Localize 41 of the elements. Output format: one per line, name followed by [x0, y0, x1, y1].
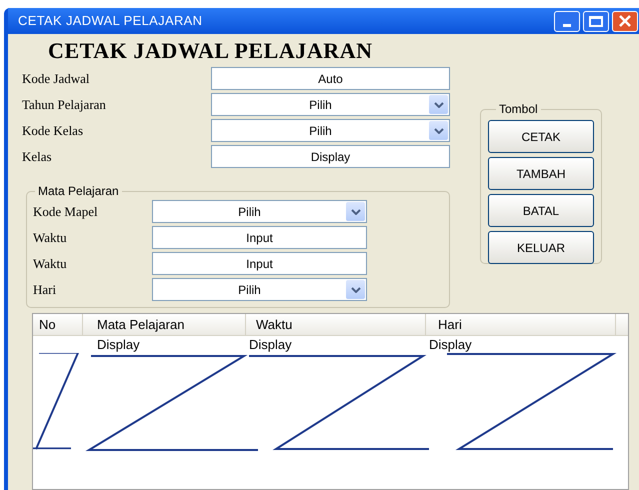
form-heading: CETAK JADWAL PELAJARAN — [47, 37, 374, 65]
action-button[interactable]: TAMBAH — [488, 157, 594, 190]
window-title: CETAK JADWAL PELAJARAN — [18, 12, 202, 30]
dropdown[interactable]: Pilih — [152, 200, 367, 223]
field-label: Hari — [33, 280, 58, 299]
input-field[interactable]: Display — [211, 145, 450, 168]
field-label: Tahun Pelajaran — [22, 96, 107, 114]
column-header[interactable]: Hari — [426, 314, 616, 335]
chevron-down-icon — [346, 202, 365, 221]
close-icon — [619, 15, 631, 27]
maximize-icon — [589, 16, 603, 26]
group-title: Tombol — [498, 101, 539, 118]
column-header[interactable]: Mata Pelajaran — [83, 314, 246, 335]
column-header[interactable]: No — [33, 314, 83, 335]
minimize-icon — [563, 24, 571, 26]
input-field[interactable]: Auto — [211, 67, 450, 90]
input-field[interactable]: Input — [152, 226, 367, 249]
minimize-button[interactable] — [554, 10, 580, 32]
field-label: Kode Mapel — [33, 202, 99, 221]
action-button[interactable]: BATAL — [488, 194, 594, 227]
field-label: Waktu — [33, 228, 68, 247]
field-label: Waktu — [33, 254, 68, 273]
column-header[interactable]: Waktu — [246, 314, 426, 335]
chevron-down-icon — [429, 121, 448, 140]
action-button[interactable]: CETAK — [488, 120, 594, 153]
dropdown[interactable]: Pilih — [152, 278, 367, 301]
maximize-button[interactable] — [583, 10, 609, 32]
group-title: Mata Pelajaran — [37, 183, 120, 200]
dropdown[interactable]: Pilih — [211, 119, 450, 142]
dropdown[interactable]: Pilih — [211, 93, 450, 116]
action-button[interactable]: KELUAR — [488, 231, 594, 264]
input-field[interactable]: Input — [152, 252, 367, 275]
table-cell: Display — [429, 337, 472, 352]
field-label: Kode Jadwal — [22, 70, 91, 88]
table-cell: Display — [249, 337, 292, 352]
close-button[interactable] — [612, 10, 638, 32]
field-label: Kelas — [22, 148, 53, 166]
table-cell: Display — [97, 337, 140, 352]
chevron-down-icon — [429, 95, 448, 114]
chevron-down-icon — [346, 280, 365, 299]
field-label: Kode Kelas — [22, 122, 84, 140]
